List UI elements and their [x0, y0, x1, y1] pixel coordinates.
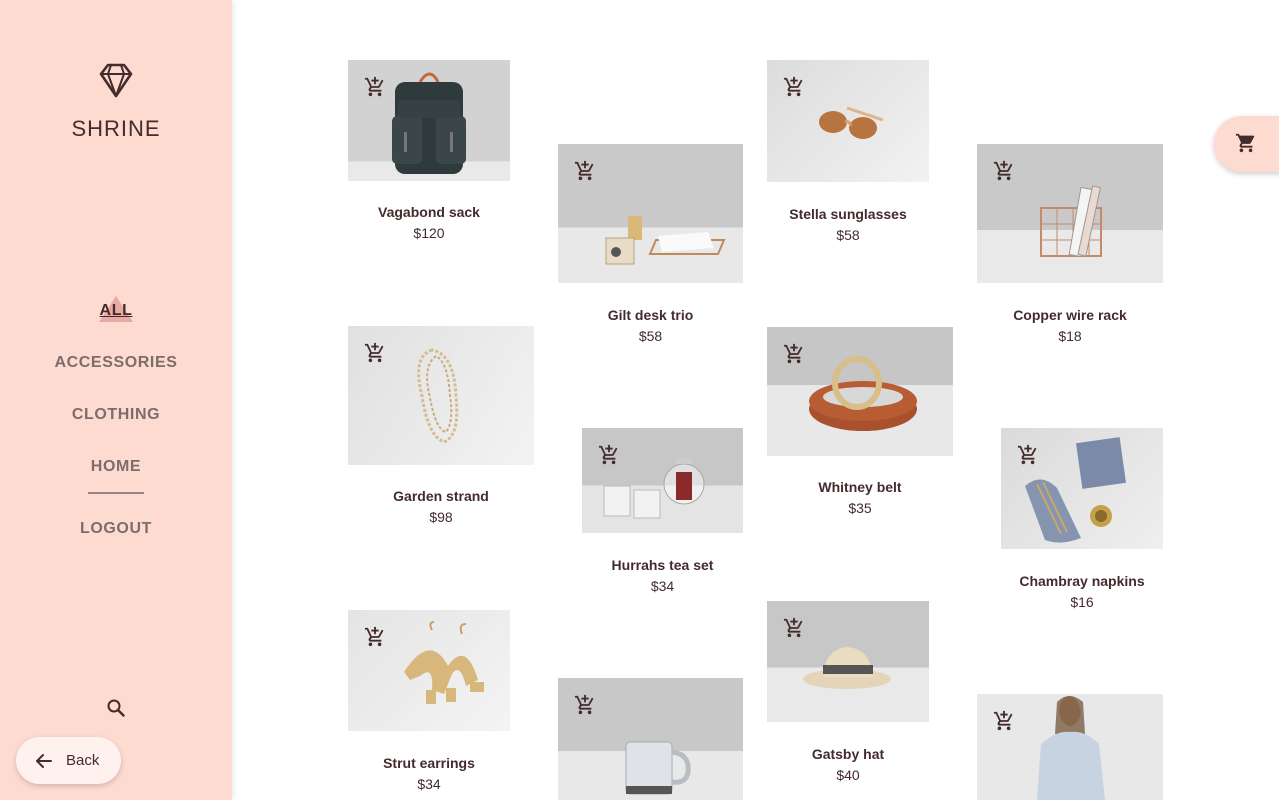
product-image[interactable] — [582, 428, 743, 533]
nav-item-all[interactable]: ALL — [0, 300, 232, 324]
back-label: Back — [66, 752, 100, 769]
product-card[interactable] — [558, 678, 743, 800]
product-name: Garden strand — [393, 488, 489, 504]
add-to-cart-icon[interactable] — [993, 710, 1015, 732]
product-card[interactable]: Gilt desk trio $58 — [558, 144, 743, 344]
product-card[interactable]: Garden strand $98 — [348, 326, 534, 525]
product-card[interactable]: Hurrahs tea set $34 — [582, 428, 743, 594]
shopping-cart-icon — [1235, 133, 1255, 153]
product-card[interactable]: Whitney belt $35 — [767, 327, 953, 516]
product-name: Hurrahs tea set — [611, 557, 714, 573]
product-image[interactable] — [767, 601, 929, 722]
product-price: $120 — [413, 225, 445, 241]
product-name: Copper wire rack — [1013, 307, 1127, 323]
product-card[interactable]: Copper wire rack $18 — [977, 144, 1163, 344]
product-price: $58 — [836, 227, 860, 243]
product-card[interactable]: Vagabond sack $120 — [348, 60, 510, 241]
product-name: Gatsby hat — [811, 746, 885, 762]
nav-item-home[interactable]: HOME — [0, 456, 232, 480]
add-to-cart-icon[interactable] — [598, 444, 620, 466]
add-to-cart-icon[interactable] — [364, 342, 386, 364]
product-image[interactable] — [348, 610, 510, 731]
search-button[interactable] — [104, 696, 128, 720]
product-price: $18 — [1058, 328, 1082, 344]
diamond-icon — [99, 63, 133, 98]
product-name: Whitney belt — [818, 479, 902, 495]
arrow-back-icon — [36, 753, 52, 768]
product-card[interactable] — [977, 694, 1163, 800]
category-nav: ALL ACCESSORIES CLOTHING HOME LOGOUT — [0, 300, 232, 570]
add-to-cart-icon[interactable] — [1017, 444, 1039, 466]
product-name: Stella sunglasses — [789, 206, 907, 222]
side-menu: SHRINE ALL ACCESSORIES CLOTHING HOME LOG… — [0, 0, 232, 800]
product-image[interactable] — [348, 326, 534, 465]
product-price: $58 — [638, 328, 663, 344]
product-name: Strut earrings — [383, 755, 475, 771]
product-price: $40 — [836, 767, 860, 783]
product-name: Gilt desk trio — [607, 307, 694, 323]
product-card[interactable]: Strut earrings $34 — [348, 610, 510, 792]
nav-item-label: ALL — [99, 302, 133, 319]
product-price: $98 — [429, 509, 453, 525]
nav-divider — [88, 492, 144, 494]
product-image[interactable] — [767, 60, 929, 182]
product-image[interactable] — [558, 144, 743, 283]
product-image[interactable] — [348, 60, 510, 181]
back-button[interactable]: Back — [16, 737, 121, 784]
nav-item-label: HOME — [90, 458, 142, 475]
brand: SHRINE — [0, 62, 232, 142]
add-to-cart-icon[interactable] — [574, 694, 596, 716]
product-image[interactable] — [977, 144, 1163, 283]
product-price: $16 — [1070, 594, 1094, 610]
product-name: Vagabond sack — [378, 204, 480, 220]
nav-item-label: CLOTHING — [71, 406, 161, 423]
product-card[interactable]: Stella sunglasses $58 — [767, 60, 929, 243]
product-price: $34 — [650, 578, 675, 594]
product-card[interactable]: Chambray napkins $16 — [1001, 428, 1163, 610]
nav-item-label: LOGOUT — [79, 520, 153, 537]
add-to-cart-icon[interactable] — [783, 76, 805, 98]
product-price: $34 — [417, 776, 441, 792]
search-icon — [107, 699, 125, 717]
add-to-cart-icon[interactable] — [574, 160, 596, 182]
add-to-cart-icon[interactable] — [364, 626, 386, 648]
nav-item-accessories[interactable]: ACCESSORIES — [0, 352, 232, 376]
add-to-cart-icon[interactable] — [783, 617, 805, 639]
add-to-cart-icon[interactable] — [993, 160, 1015, 182]
nav-item-label: ACCESSORIES — [54, 354, 178, 371]
brand-name: SHRINE — [71, 116, 161, 141]
product-image[interactable] — [977, 694, 1163, 800]
add-to-cart-icon[interactable] — [783, 343, 805, 365]
product-price: $35 — [848, 500, 872, 516]
nav-item-clothing[interactable]: CLOTHING — [0, 404, 232, 428]
nav-item-logout[interactable]: LOGOUT — [0, 518, 232, 542]
product-card[interactable]: Gatsby hat $40 — [767, 601, 929, 783]
add-to-cart-icon[interactable] — [364, 76, 386, 98]
product-image[interactable] — [1001, 428, 1163, 549]
cart-button[interactable] — [1214, 116, 1279, 172]
product-name: Chambray napkins — [1019, 573, 1145, 589]
product-image[interactable] — [558, 678, 743, 800]
product-image[interactable] — [767, 327, 953, 456]
